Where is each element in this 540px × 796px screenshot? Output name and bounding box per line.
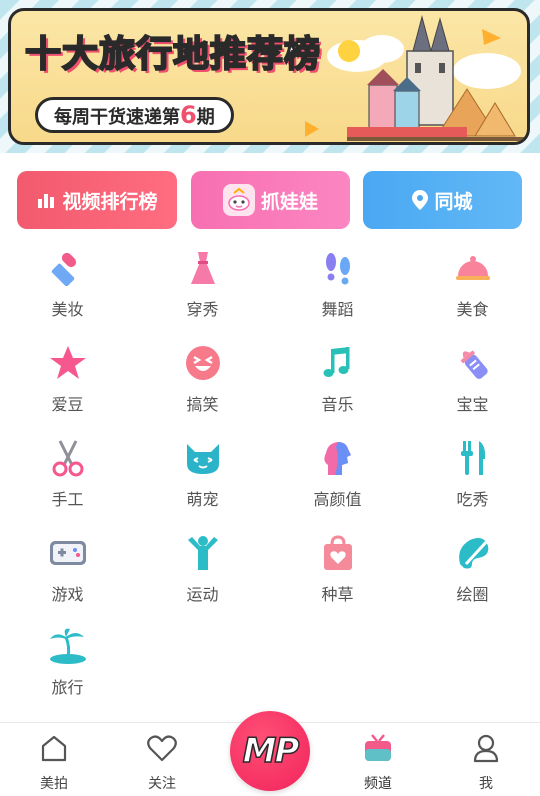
category-handcraft[interactable]: 手工 [0, 438, 135, 518]
category-funny[interactable]: 搞笑 [135, 343, 270, 423]
category-games[interactable]: 游戏 [0, 533, 135, 613]
tab-channel-label: 频道 [364, 776, 392, 792]
person-cheer-icon [183, 533, 223, 573]
category-label: 高颜值 [313, 490, 362, 509]
banner-subtitle: 每周干货速递第6期 [35, 97, 234, 133]
category-label: 游戏 [51, 585, 84, 604]
category-label: 搞笑 [186, 395, 219, 414]
category-label: 音乐 [321, 395, 354, 414]
tv-channel-icon [365, 734, 391, 761]
category-idol[interactable]: 爱豆 [0, 343, 135, 423]
category-travel[interactable]: 旅行 [0, 626, 135, 706]
category-label: 手工 [51, 490, 84, 509]
bar-chart-icon [38, 194, 55, 208]
location-pin-icon [412, 190, 429, 210]
mp-logo-text: MP [242, 730, 300, 772]
banner-title: 十大旅行地推荐榜 [24, 33, 322, 76]
video-ranking-label: 视频排行榜 [62, 190, 158, 213]
tab-me[interactable]: 我 [446, 733, 526, 793]
scissors-icon [48, 438, 88, 478]
category-label: 美食 [456, 300, 489, 319]
shopping-bag-heart-icon [318, 533, 358, 573]
travel-scene-illustration [305, 15, 527, 141]
category-recommend[interactable]: 种草 [270, 533, 405, 613]
music-note-icon [318, 343, 358, 383]
mp-record-button[interactable]: MP [230, 711, 310, 791]
face-profile-icon [318, 438, 358, 478]
tab-home-label: 美拍 [40, 776, 68, 792]
category-drawing[interactable]: 绘圈 [405, 533, 540, 613]
fork-knife-icon [453, 438, 493, 478]
user-icon [473, 734, 499, 763]
gamepad-icon [48, 533, 88, 573]
category-label: 萌宠 [186, 490, 219, 509]
claw-machine-label: 抓娃娃 [260, 190, 318, 213]
tab-follow[interactable]: 关注 [122, 733, 202, 793]
same-city-button[interactable]: 同城 [363, 171, 522, 229]
banner-subtitle-prefix: 每周干货速递第 [54, 107, 180, 128]
tab-channel[interactable]: 频道 [338, 733, 418, 793]
food-cloche-icon [453, 248, 493, 288]
category-label: 吃秀 [456, 490, 489, 509]
star-icon [48, 343, 88, 383]
palm-island-icon [48, 626, 88, 666]
home-icon [41, 735, 67, 762]
banner-subtitle-suffix: 期 [196, 107, 215, 128]
category-label: 旅行 [51, 678, 84, 697]
category-makeup[interactable]: 美妆 [0, 248, 135, 328]
tab-follow-label: 关注 [148, 776, 176, 792]
category-mukbang[interactable]: 吃秀 [405, 438, 540, 518]
category-fashion[interactable]: 穿秀 [135, 248, 270, 328]
category-label: 穿秀 [186, 300, 219, 319]
category-music[interactable]: 音乐 [270, 343, 405, 423]
category-label: 宝宝 [456, 395, 489, 414]
category-label: 绘圈 [456, 585, 489, 604]
baby-bottle-icon [453, 343, 493, 383]
category-dance[interactable]: 舞蹈 [270, 248, 405, 328]
tab-me-label: 我 [479, 776, 493, 792]
promo-banner[interactable]: 十大旅行地推荐榜 每周干货速递第6期 [0, 0, 540, 153]
category-label: 舞蹈 [321, 300, 354, 319]
claw-machine-button[interactable]: 抓娃娃 [191, 171, 350, 229]
same-city-label: 同城 [434, 190, 473, 213]
cat-icon [183, 438, 223, 478]
category-label: 爱豆 [51, 395, 84, 414]
tab-home[interactable]: 美拍 [14, 733, 94, 793]
bottom-tab-bar: 美拍 关注 MP 频道 我 [0, 711, 540, 796]
category-pets[interactable]: 萌宠 [135, 438, 270, 518]
category-label: 运动 [186, 585, 219, 604]
category-good-looks[interactable]: 高颜值 [270, 438, 405, 518]
category-food[interactable]: 美食 [405, 248, 540, 328]
category-label: 种草 [321, 585, 354, 604]
claw-machine-icon [222, 184, 255, 216]
video-ranking-button[interactable]: 视频排行榜 [17, 171, 177, 229]
footprints-icon [318, 248, 358, 288]
banner-issue-number: 6 [180, 101, 197, 129]
category-label: 美妆 [51, 300, 84, 319]
category-sports[interactable]: 运动 [135, 533, 270, 613]
dress-icon [183, 248, 223, 288]
heart-icon [147, 735, 177, 762]
lipstick-icon [48, 248, 88, 288]
laughing-face-icon [183, 343, 223, 383]
banner-card: 十大旅行地推荐榜 每周干货速递第6期 [8, 8, 530, 145]
category-baby[interactable]: 宝宝 [405, 343, 540, 423]
paint-brush-icon [453, 533, 493, 573]
